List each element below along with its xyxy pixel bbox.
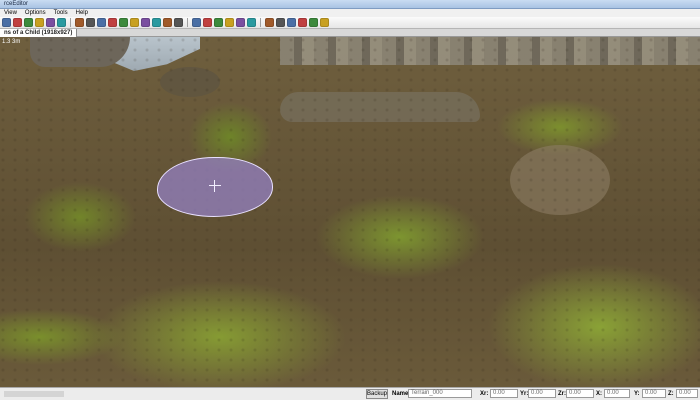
new-icon[interactable] <box>2 18 11 27</box>
status-progress <box>4 391 64 397</box>
document-tabs: ns of a Child (1918x927) <box>0 29 700 37</box>
y-rot-field[interactable]: 0.00 <box>528 389 556 398</box>
x-pos-field[interactable]: 0.00 <box>604 389 630 398</box>
rotate-icon[interactable] <box>214 18 223 27</box>
save-icon[interactable] <box>13 18 22 27</box>
status-bar: Backup Name: Terrain_000 Xr: 0.00 Yr: 0.… <box>0 387 700 400</box>
x-rot-label: Xr: <box>480 391 489 397</box>
grid-icon[interactable] <box>236 18 245 27</box>
x-pos-label: X: <box>596 391 602 397</box>
mask-icon[interactable] <box>298 18 307 27</box>
toolbar-separator <box>70 18 71 27</box>
figure-icon[interactable] <box>265 18 274 27</box>
scale-icon[interactable] <box>225 18 234 27</box>
menu-bar: View Options Tools Help <box>0 9 700 17</box>
paint-icon[interactable] <box>174 18 183 27</box>
rock-icon[interactable] <box>119 18 128 27</box>
terrain-texture <box>0 37 700 387</box>
camera-icon[interactable] <box>152 18 161 27</box>
menu-options[interactable]: Options <box>25 9 46 17</box>
z-rot-field[interactable]: 0.00 <box>566 389 594 398</box>
menu-tools[interactable]: Tools <box>54 9 68 17</box>
y-pos-field[interactable]: 0.00 <box>642 389 666 398</box>
terrain-icon[interactable] <box>75 18 84 27</box>
bulb-icon[interactable] <box>276 18 285 27</box>
crosshair-icon <box>209 180 221 192</box>
layers-icon[interactable] <box>57 18 66 27</box>
window-title: rceEditor <box>4 1 29 7</box>
move-icon[interactable] <box>203 18 212 27</box>
window-titlebar: rceEditor <box>0 0 700 9</box>
3d-viewport[interactable]: 1.3 3m <box>0 37 700 387</box>
viewport-coords: 1.3 3m <box>2 39 21 45</box>
road-icon[interactable] <box>130 18 139 27</box>
redo-icon[interactable] <box>35 18 44 27</box>
snap-icon[interactable] <box>247 18 256 27</box>
grass-icon[interactable] <box>97 18 106 27</box>
select-icon[interactable] <box>192 18 201 27</box>
refresh-icon[interactable] <box>46 18 55 27</box>
z-pos-field[interactable]: 0.00 <box>676 389 698 398</box>
settings-icon[interactable] <box>320 18 329 27</box>
tab-scene[interactable]: ns of a Child (1918x927) <box>0 29 78 37</box>
y-pos-label: Y: <box>634 391 640 397</box>
name-field[interactable]: Terrain_000 <box>408 389 472 398</box>
toolbar-separator <box>187 18 188 27</box>
shield-icon[interactable] <box>309 18 318 27</box>
backup-button[interactable]: Backup <box>366 389 388 399</box>
brush-icon[interactable] <box>163 18 172 27</box>
heart-icon[interactable] <box>287 18 296 27</box>
tree-icon[interactable] <box>86 18 95 27</box>
water-icon[interactable] <box>108 18 117 27</box>
light-icon[interactable] <box>141 18 150 27</box>
menu-help[interactable]: Help <box>76 9 88 17</box>
menu-view[interactable]: View <box>4 9 17 17</box>
undo-icon[interactable] <box>24 18 33 27</box>
z-pos-label: Z: <box>668 391 674 397</box>
z-rot-label: Zr: <box>558 391 566 397</box>
x-rot-field[interactable]: 0.00 <box>490 389 518 398</box>
toolbar-separator <box>260 18 261 27</box>
toolbar <box>0 17 700 29</box>
